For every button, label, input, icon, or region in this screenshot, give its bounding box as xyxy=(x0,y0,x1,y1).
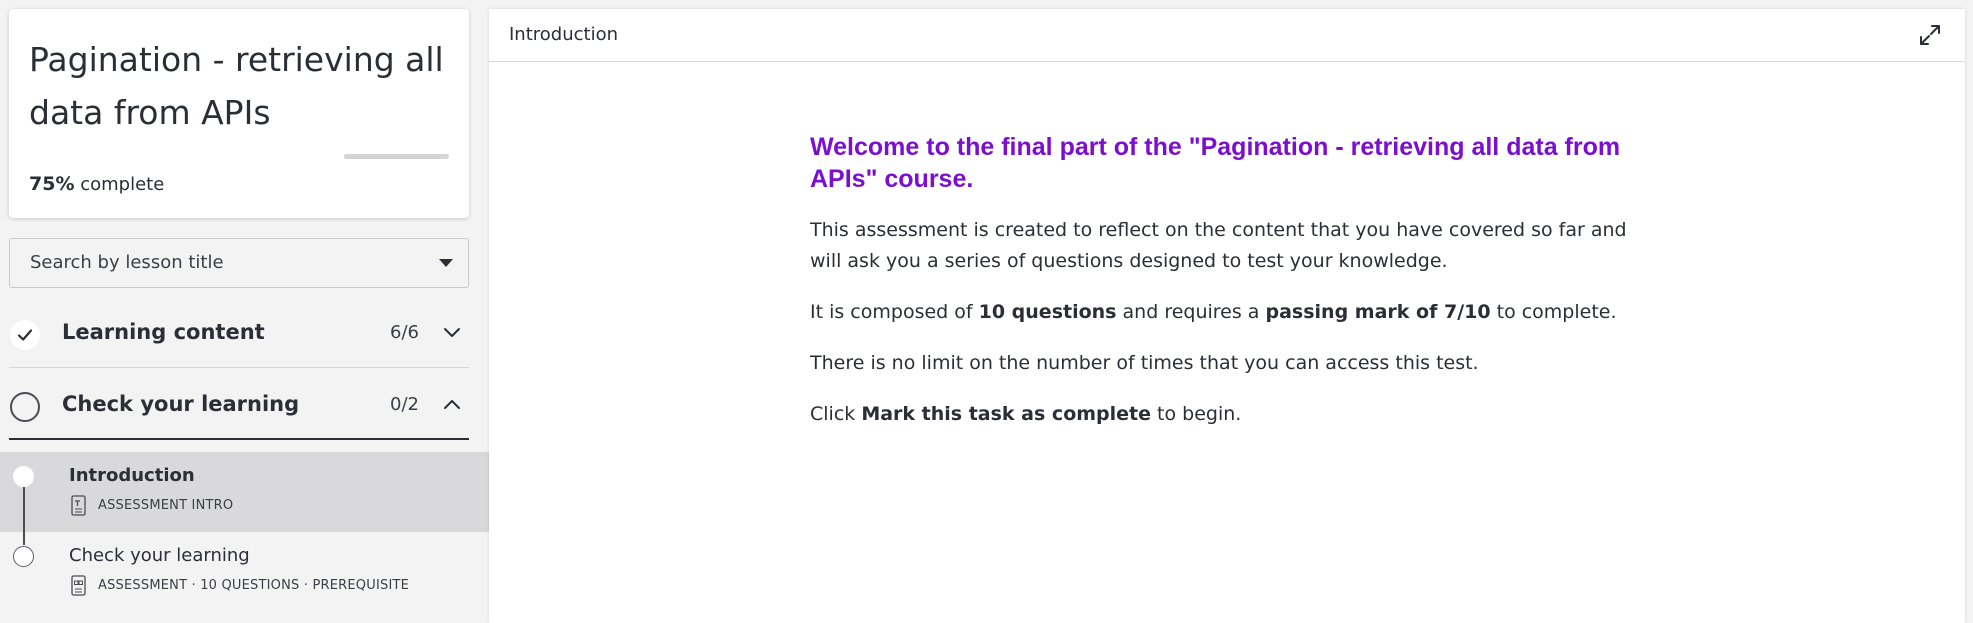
welcome-heading: Welcome to the final part of the "Pagina… xyxy=(810,133,1621,193)
lesson-meta: ASSESSMENT · 10 QUESTIONS · PREREQUISITE xyxy=(98,578,410,593)
progress-suffix: complete xyxy=(80,174,165,195)
progress-bar-fill xyxy=(344,154,423,159)
attempts-paragraph: There is no limit on the number of times… xyxy=(810,352,1479,374)
lesson-search-dropdown[interactable]: Search by lesson title xyxy=(9,238,469,288)
progress-bar xyxy=(344,154,449,159)
content-header: Introduction xyxy=(489,9,1965,62)
lesson-item-check-your-learning[interactable]: Check your learning ASSESSMENT · 10 QUES… xyxy=(0,532,489,612)
section-learning-content[interactable]: Learning content 6/6 xyxy=(9,298,469,368)
quiz-document-icon xyxy=(71,575,86,596)
lesson-meta: ASSESSMENT INTRO xyxy=(98,498,234,513)
course-title: Pagination - retrieving all data from AP… xyxy=(29,40,444,132)
check-icon xyxy=(10,320,40,350)
lesson-title: Check your learning xyxy=(69,545,250,566)
text-document-icon xyxy=(71,495,86,516)
lesson-status-dot xyxy=(13,466,34,487)
section-label: Check your learning xyxy=(62,392,300,416)
content-header-title: Introduction xyxy=(509,24,619,45)
expand-icon[interactable] xyxy=(1917,22,1943,48)
composition-paragraph: It is composed of 10 questions and requi… xyxy=(810,301,1617,323)
lesson-content-panel: Introduction Welcome to the final part o… xyxy=(489,9,1965,623)
section-count: 0/2 xyxy=(390,394,419,415)
instruction-paragraph: Click Mark this task as complete to begi… xyxy=(810,403,1242,425)
section-check-your-learning[interactable]: Check your learning 0/2 xyxy=(9,370,469,440)
chevron-up-icon[interactable] xyxy=(443,398,461,410)
course-summary-card: Pagination - retrieving all data from AP… xyxy=(9,9,469,218)
passing-mark: passing mark of 7/10 xyxy=(1265,301,1491,323)
search-placeholder: Search by lesson title xyxy=(30,252,224,273)
progress-percent: 75% xyxy=(29,173,75,195)
incomplete-circle-icon xyxy=(10,392,40,422)
caret-down-icon xyxy=(439,259,453,267)
chevron-down-icon[interactable] xyxy=(443,326,461,338)
assessment-intro-content: Welcome to the final part of the "Pagina… xyxy=(810,131,1650,450)
question-count: 10 questions xyxy=(978,301,1117,323)
section-count: 6/6 xyxy=(390,322,419,343)
course-sidebar: Pagination - retrieving all data from AP… xyxy=(0,0,489,623)
mark-complete-reference: Mark this task as complete xyxy=(861,403,1152,425)
lesson-item-introduction[interactable]: Introduction ASSESSMENT INTRO xyxy=(0,452,489,532)
section-label: Learning content xyxy=(62,320,265,344)
progress-text: 75% complete xyxy=(29,173,164,195)
intro-paragraph: This assessment is created to reflect on… xyxy=(810,219,1627,272)
lesson-status-dot xyxy=(13,546,34,567)
lesson-title: Introduction xyxy=(69,465,195,486)
